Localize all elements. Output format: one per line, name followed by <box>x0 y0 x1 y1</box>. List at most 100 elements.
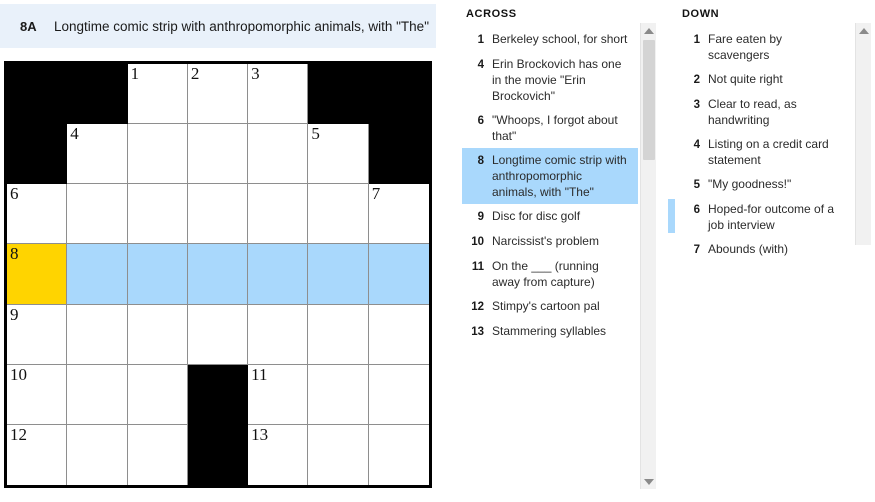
grid-cell-number: 5 <box>311 124 320 144</box>
grid-cell-number: 7 <box>371 184 381 204</box>
clue-text: "My goodness!" <box>708 177 792 191</box>
grid-cell[interactable] <box>127 304 188 365</box>
clue-text: "Whoops, I forgot about that" <box>492 113 618 143</box>
triangle-up-icon[interactable] <box>641 23 657 38</box>
grid-cell-number: 3 <box>251 64 260 83</box>
grid-block-cell <box>187 364 249 425</box>
grid-cell-number: 4 <box>70 124 79 144</box>
clue-text: Clear to read, as handwriting <box>708 97 797 127</box>
clue-item[interactable]: 6 "Whoops, I forgot about that" <box>462 108 638 148</box>
grid-cell[interactable]: 3 <box>248 64 309 125</box>
across-scrollbar[interactable] <box>640 23 656 489</box>
clue-number: 6 <box>477 115 484 127</box>
down-scrollbar[interactable] <box>855 23 871 245</box>
grid-cell[interactable] <box>368 244 429 305</box>
grid-cell[interactable] <box>67 244 128 305</box>
grid-cell[interactable]: 11 <box>248 364 309 425</box>
grid-cell[interactable] <box>248 244 309 305</box>
grid-cell[interactable] <box>248 184 309 245</box>
clue-item[interactable]: 10 Narcissist's problem <box>462 229 638 254</box>
puzzle-pane: 8A Longtime comic strip with anthropomor… <box>0 0 440 502</box>
clue-item[interactable]: 2 Not quite right <box>678 67 850 92</box>
clue-item[interactable]: 1 Berkeley school, for short <box>462 27 638 52</box>
clue-number: 1 <box>693 34 700 46</box>
grid-cell[interactable]: 6 <box>7 184 68 245</box>
clue-item[interactable]: 6 Hoped-for outcome of a job interview <box>668 197 850 237</box>
clue-item[interactable]: 7 Abounds (with) <box>678 237 850 262</box>
clue-text: Narcissist's problem <box>492 234 599 248</box>
clue-number: 8 <box>477 155 484 167</box>
grid-cell-number: 8 <box>10 244 19 264</box>
clue-number: 7 <box>693 244 700 256</box>
down-clue-list[interactable]: 1 Fare eaten by scavengers 2 Not quite righ… <box>668 27 850 256</box>
clue-text: Longtime comic strip with anthropomorphi… <box>492 153 627 199</box>
grid-cell[interactable] <box>127 364 188 425</box>
clue-item[interactable]: 12 Stimpy's cartoon pal <box>462 294 638 319</box>
grid-block-cell <box>368 124 429 185</box>
current-clue-text: Longtime comic strip with anthropomorphi… <box>54 18 429 34</box>
grid-cell[interactable]: 2 <box>187 64 249 125</box>
grid-cell[interactable] <box>127 124 188 185</box>
grid-cell[interactable] <box>67 184 128 245</box>
grid-cell[interactable] <box>308 184 369 245</box>
grid-cell[interactable]: 7 <box>368 184 429 245</box>
down-heading: DOWN <box>682 8 720 20</box>
across-clue-list[interactable]: 1 Berkeley school, for short 4 Erin Brockov… <box>462 27 638 477</box>
clue-text: Disc for disc golf <box>492 209 581 223</box>
grid-cell-number: 11 <box>251 364 268 384</box>
crossword-grid[interactable]: 1 2 3 4 5 6 7 8 9 10 11 12 13 <box>7 64 429 485</box>
grid-cell[interactable] <box>308 424 369 485</box>
grid-cell[interactable] <box>67 304 128 365</box>
triangle-down-icon[interactable] <box>641 474 657 489</box>
grid-cell-number: 13 <box>251 424 269 444</box>
grid-cell[interactable] <box>127 244 188 305</box>
grid-cell[interactable] <box>308 244 369 305</box>
grid-cell-number: 6 <box>10 184 19 204</box>
clue-item[interactable]: 9 Disc for disc golf <box>462 204 638 229</box>
clue-item[interactable]: 5 "My goodness!" <box>678 172 850 197</box>
grid-cell[interactable]: 13 <box>248 424 309 485</box>
grid-cell[interactable] <box>308 364 369 425</box>
grid-cell-number: 12 <box>10 424 27 444</box>
clue-item[interactable]: 1 Fare eaten by scavengers <box>678 27 850 67</box>
grid-cell[interactable]: 10 <box>7 364 68 425</box>
across-heading: ACROSS <box>466 8 517 20</box>
clue-text: Berkeley school, for short <box>492 32 628 46</box>
grid-cell[interactable] <box>127 424 188 485</box>
grid-cell[interactable] <box>67 364 128 425</box>
grid-cell[interactable] <box>187 244 249 305</box>
clue-text: Not quite right <box>708 72 783 86</box>
clue-item[interactable]: 4 Erin Brockovich has one in the movie "E… <box>462 52 638 108</box>
across-scrollbar-thumb[interactable] <box>643 40 655 160</box>
grid-cell[interactable] <box>308 304 369 365</box>
clue-item[interactable]: 13 Stammering syllables <box>462 319 638 344</box>
grid-cell[interactable] <box>127 184 188 245</box>
grid-cell[interactable]: 12 <box>7 424 68 485</box>
clue-item[interactable]: 11 On the ___ (running away from capture) <box>462 254 638 294</box>
triangle-up-icon[interactable] <box>856 23 872 38</box>
grid-cell-number: 9 <box>10 304 19 324</box>
grid-cell[interactable] <box>67 424 128 485</box>
grid-cell[interactable]: 8 <box>7 244 68 305</box>
grid-block-cell <box>187 424 249 485</box>
grid-cell[interactable] <box>248 124 309 185</box>
current-clue-banner[interactable]: 8A Longtime comic strip with anthropomor… <box>0 4 436 48</box>
grid-cell[interactable]: 4 <box>67 124 128 185</box>
clue-item[interactable]: 8 Longtime comic strip with anthropomorph… <box>462 148 638 204</box>
grid-cell[interactable]: 1 <box>127 64 188 125</box>
clue-text: Stammering syllables <box>492 324 607 338</box>
grid-cell-number: 1 <box>130 64 140 83</box>
clue-number: 5 <box>693 179 700 191</box>
grid-cell[interactable] <box>368 304 429 365</box>
clue-item[interactable]: 4 Listing on a credit card statement <box>678 132 850 172</box>
grid-cell[interactable] <box>187 124 249 185</box>
grid-cell[interactable] <box>187 184 249 245</box>
clue-item[interactable]: 3 Clear to read, as handwriting <box>678 92 850 132</box>
grid-cell[interactable]: 5 <box>308 124 369 185</box>
grid-cell[interactable] <box>368 364 429 425</box>
grid-cell[interactable]: 9 <box>7 304 68 365</box>
grid-cell[interactable] <box>368 424 429 485</box>
grid-cell[interactable] <box>248 304 309 365</box>
clue-number: 13 <box>471 326 484 338</box>
grid-cell[interactable] <box>187 304 249 365</box>
